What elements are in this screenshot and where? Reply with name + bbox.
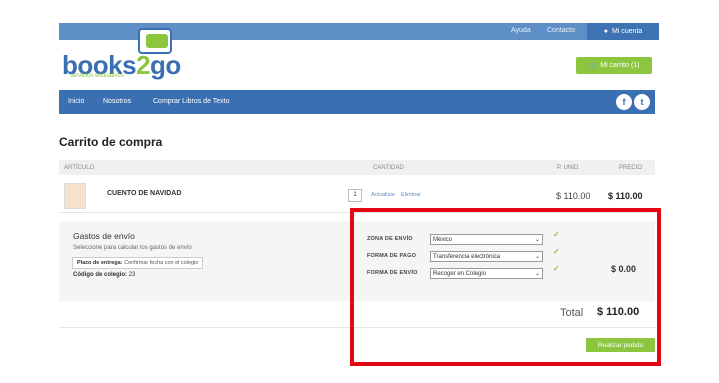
nav-item-inicio[interactable]: Inicio [68,98,84,105]
row-price: $ 110.00 [608,191,643,201]
cart-button[interactable]: 🛒 Mi carrito (1) [576,57,652,74]
logo-tagline: servicios educativos [70,73,124,79]
user-icon: ● [603,28,608,35]
header-unit-price: P. UNID. [557,165,580,171]
school-code: Código de colegio: 23 [73,272,136,278]
header-quantity: CANTIDAD [373,165,404,171]
quantity-input[interactable]: 1 [348,189,362,202]
cart-button-label: Mi carrito (1) [600,62,640,69]
help-link[interactable]: Ayuda [511,27,531,34]
facebook-icon[interactable]: f [616,94,632,110]
main-nav: Inicio Nosotros Comprar Libros de Texto … [59,90,655,114]
product-thumbnail[interactable] [64,183,86,209]
unit-price: $ 110.00 [556,191,591,201]
page-title: Carrito de compra [59,135,163,149]
header-price: PRECIO [619,165,643,171]
product-name[interactable]: CUENTO DE NAVIDAD [107,190,181,197]
account-label: Mi cuenta [611,28,643,35]
update-link[interactable]: Actualizar [371,192,395,198]
nav-item-comprar[interactable]: Comprar Libros de Texto [153,98,230,105]
remove-link[interactable]: Eliminar [401,192,421,198]
cart-icon: 🛒 [588,62,598,70]
header-article: ARTÍCULO [64,165,95,171]
shipping-subtitle: Seleccione para calcular los gastos de e… [73,245,192,251]
cart-table-header: ARTÍCULO CANTIDAD P. UNID. PRECIO [59,160,655,175]
speech-bubble-inner-icon [146,34,168,48]
delivery-deadline-button[interactable]: Plazo de entrega: Confirmar fecha con el… [72,257,204,269]
highlight-box [350,208,661,366]
nav-item-nosotros[interactable]: Nosotros [103,98,131,105]
twitter-icon[interactable]: t [634,94,650,110]
account-button[interactable]: ● Mi cuenta [587,23,659,40]
contact-link[interactable]: Contacto [547,27,575,34]
shipping-title: Gastos de envío [73,231,135,241]
